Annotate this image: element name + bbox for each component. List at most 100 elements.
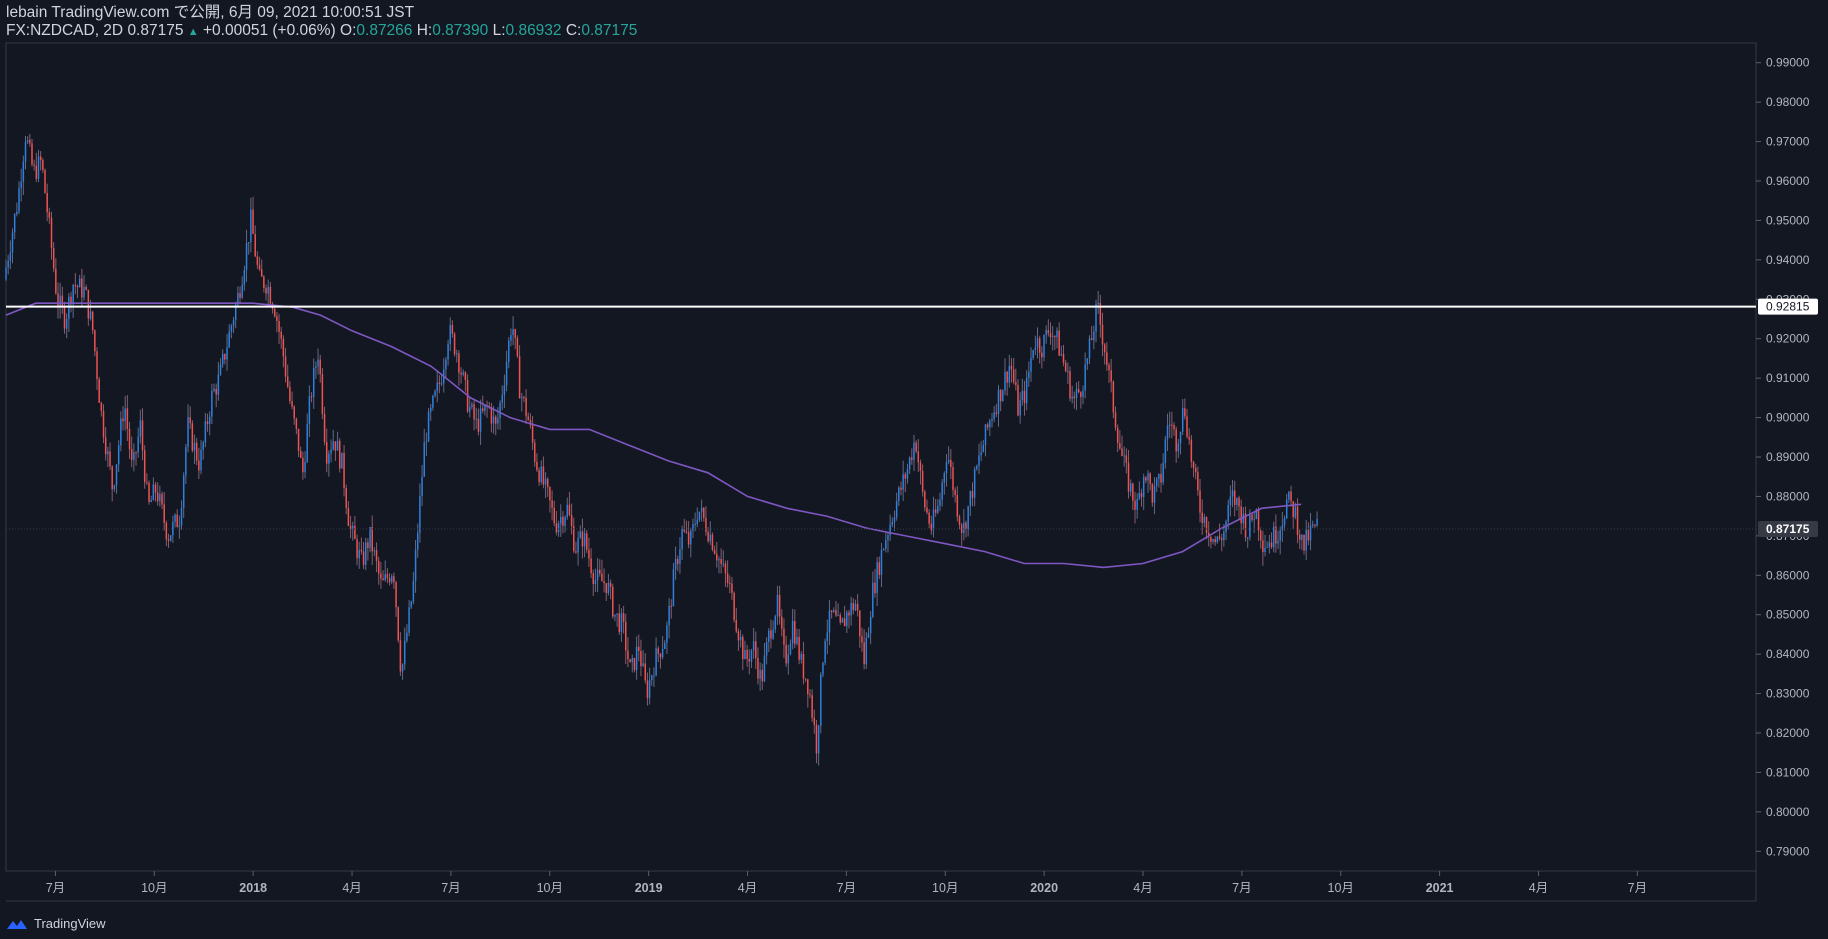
candle-body: [180, 507, 183, 526]
candle-body: [815, 724, 818, 754]
candle-body: [451, 325, 454, 334]
candle-body: [37, 156, 40, 179]
candle-body: [969, 491, 972, 507]
candle-body: [729, 583, 731, 585]
candle-body: [798, 636, 800, 660]
candle-body: [590, 558, 592, 574]
candle-body: [1045, 330, 1047, 335]
candle-body: [904, 474, 907, 479]
candle-body: [471, 404, 473, 407]
candle-body: [228, 331, 230, 348]
candle-body: [781, 616, 783, 629]
candle-body: [24, 141, 27, 162]
candle-body: [501, 395, 503, 403]
candle-body: [828, 610, 831, 633]
price-chart[interactable]: 0.99000 0.98000 0.97000 0.96000 0.95000 0.940…: [0, 0, 1828, 939]
candle-body: [1103, 344, 1106, 353]
candle-body: [208, 416, 211, 424]
candle-body: [1114, 412, 1117, 428]
candle-body: [276, 316, 278, 321]
candle-body: [778, 594, 781, 617]
candle-body: [1216, 536, 1219, 543]
candle-body: [579, 531, 582, 538]
candle-body: [1060, 354, 1063, 356]
candle-body: [460, 372, 462, 375]
candle-body: [1129, 483, 1132, 492]
candle-body: [462, 372, 464, 375]
candle-body: [1064, 362, 1067, 372]
candle-body: [306, 424, 308, 462]
candle-body: [950, 459, 952, 467]
candle-body: [159, 493, 161, 502]
candle-body: [547, 478, 549, 488]
candle-body: [362, 551, 365, 565]
candle-body: [885, 539, 887, 549]
y-tick-label: 0.90000: [1766, 411, 1810, 425]
candle-body: [198, 460, 200, 471]
candle-body: [1272, 526, 1275, 548]
candle-body: [568, 504, 571, 515]
x-tick-label: 2018: [239, 881, 267, 895]
candle-body: [351, 525, 354, 529]
candle-body: [128, 428, 131, 450]
candle-body: [217, 374, 220, 395]
candle-body: [247, 242, 250, 244]
candle-body: [1285, 499, 1288, 519]
candle-body: [87, 289, 90, 319]
candle-body: [915, 442, 917, 452]
candle-body: [419, 495, 421, 533]
candle-body: [1192, 461, 1195, 468]
candle-body: [258, 264, 261, 270]
candle-body: [718, 559, 720, 561]
candle-body: [1194, 467, 1197, 473]
candle-body: [555, 523, 558, 533]
candle-body: [202, 442, 204, 450]
candle-body: [622, 613, 625, 622]
candle-body: [620, 613, 623, 633]
candle-body: [566, 504, 569, 518]
y-tick-label: 0.89000: [1766, 450, 1810, 464]
candle-body: [193, 442, 196, 451]
candle-body: [659, 653, 662, 658]
candle-body: [254, 233, 256, 257]
candle-body: [817, 725, 820, 754]
candle-body: [165, 522, 168, 540]
candle-body: [241, 284, 243, 298]
candle-body: [759, 669, 761, 679]
candle-body: [492, 416, 495, 424]
candle-body: [126, 408, 129, 429]
candle-body: [410, 601, 412, 608]
candle-body: [859, 610, 861, 637]
candle-body: [78, 278, 81, 288]
candle-body: [204, 421, 207, 443]
candle-body: [939, 499, 941, 506]
candle-body: [31, 143, 33, 165]
candle-body: [421, 477, 423, 496]
candle-body: [575, 551, 577, 553]
candle-body: [397, 607, 399, 641]
candle-body: [215, 388, 217, 395]
candle-body: [1270, 542, 1273, 548]
candle-body: [984, 424, 987, 446]
candle-body: [1088, 338, 1091, 359]
candle-body: [664, 642, 666, 650]
candle-body: [1134, 500, 1136, 510]
y-tick-label: 0.80000: [1766, 805, 1810, 819]
candle-body: [1236, 497, 1238, 505]
candle-body: [406, 632, 408, 641]
candle-body: [384, 574, 386, 581]
candle-body: [133, 452, 135, 460]
candle-body: [1264, 547, 1266, 553]
candle-body: [455, 353, 458, 355]
candle-body: [921, 470, 924, 492]
brand-label: TradingView: [34, 916, 106, 931]
candle-body: [978, 455, 980, 466]
candle-body: [1138, 493, 1141, 499]
candle-body: [343, 452, 345, 488]
candle-body: [625, 621, 627, 651]
candle-body: [1210, 536, 1212, 542]
candle-body: [1095, 303, 1097, 332]
candle-body: [211, 391, 213, 417]
x-tick-label: 10月: [537, 881, 563, 895]
candle-body: [1175, 429, 1177, 452]
